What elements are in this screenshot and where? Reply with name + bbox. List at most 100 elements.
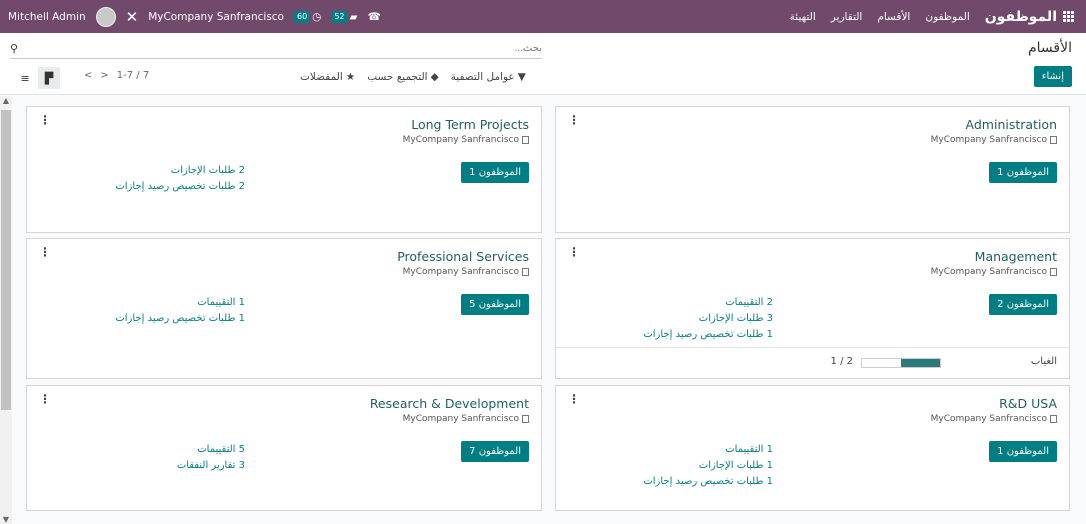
stat-link[interactable]: 2 التقييمات bbox=[643, 295, 773, 311]
debug-tools-icon[interactable]: ✕ bbox=[126, 8, 139, 26]
company-name: MyCompany Sanfrancisco bbox=[402, 414, 519, 424]
pager-value[interactable]: 1-7 / 7 bbox=[117, 70, 149, 81]
card-title[interactable]: Professional Services bbox=[397, 249, 529, 264]
search-options: ▼ عوامل التصفية ◆ التجميع حسب ★ المفضلات bbox=[300, 71, 526, 83]
employees-button[interactable]: 1 الموظفون bbox=[989, 441, 1057, 462]
pager: < > 1-7 / 7 bbox=[84, 70, 149, 81]
stat-link[interactable]: 1 طلبات الإجازات bbox=[643, 458, 773, 474]
menu-reports[interactable]: التقارير bbox=[831, 11, 863, 23]
card-stats: 2 طلبات الإجازات 2 طلبات تخصيص رصيد إجاز… bbox=[115, 163, 245, 195]
card-menu-icon[interactable]: ⋮ bbox=[39, 392, 51, 406]
employees-button[interactable]: 7 الموظفون bbox=[461, 441, 529, 462]
card-title[interactable]: Research & Development bbox=[370, 396, 529, 411]
company-switcher[interactable]: MyCompany Sanfrancisco bbox=[148, 11, 284, 23]
employees-button[interactable]: 5 الموظفون bbox=[461, 294, 529, 315]
menu-departments[interactable]: الأقسام bbox=[877, 11, 910, 23]
stat-link[interactable]: 1 طلبات تخصيص رصيد إجازات bbox=[643, 327, 773, 343]
department-card-long-term-projects[interactable]: ⋮ Long Term Projects MyCompany Sanfranci… bbox=[26, 106, 542, 233]
filters-dropdown[interactable]: ▼ عوامل التصفية bbox=[451, 71, 526, 83]
app-brand[interactable]: الموظفون bbox=[985, 9, 1074, 25]
absence-row: الغياب 1 / 2 bbox=[556, 347, 1069, 377]
absence-progress-bar bbox=[861, 358, 941, 368]
card-menu-icon[interactable]: ⋮ bbox=[568, 245, 580, 259]
department-card-professional-services[interactable]: ⋮ Professional Services MyCompany Sanfra… bbox=[26, 238, 542, 379]
building-icon bbox=[1050, 415, 1057, 423]
activities-indicator[interactable]: 60 ◷ bbox=[293, 10, 322, 23]
absence-progress-fill bbox=[901, 359, 940, 367]
scroll-up-icon[interactable]: ▲ bbox=[0, 96, 12, 105]
scroll-down-icon[interactable]: ▼ bbox=[0, 515, 12, 524]
create-button[interactable]: إنشاء bbox=[1033, 66, 1072, 87]
user-avatar[interactable] bbox=[95, 6, 116, 27]
stat-link[interactable]: 3 طلبات الإجازات bbox=[643, 311, 773, 327]
messages-count-badge: 52 bbox=[331, 10, 348, 23]
card-menu-icon[interactable]: ⋮ bbox=[568, 113, 580, 127]
star-icon: ★ bbox=[345, 71, 356, 83]
building-icon bbox=[522, 268, 529, 276]
messages-indicator[interactable]: 52 ▰ bbox=[331, 10, 358, 23]
favorites-dropdown[interactable]: ★ المفضلات bbox=[300, 71, 355, 83]
filter-icon: ▼ bbox=[517, 71, 526, 83]
phone-icon[interactable]: ☎ bbox=[368, 11, 381, 23]
card-company: MyCompany Sanfrancisco bbox=[931, 414, 1057, 424]
kanban-view-icon[interactable]: ▛ bbox=[38, 67, 60, 89]
stat-link[interactable]: 2 طلبات تخصيص رصيد إجازات bbox=[115, 179, 245, 195]
company-name: MyCompany Sanfrancisco bbox=[402, 267, 519, 277]
card-stats: 1 التقييمات 1 طلبات الإجازات 1 طلبات تخص… bbox=[643, 442, 773, 490]
department-card-rd-usa[interactable]: ⋮ R&D USA MyCompany Sanfrancisco 1 الموظ… bbox=[555, 385, 1070, 511]
apps-menu-icon[interactable] bbox=[1063, 11, 1074, 22]
app-title: الموظفون bbox=[984, 8, 1057, 25]
search-icon[interactable]: ⚲ bbox=[10, 42, 18, 55]
absence-label: الغياب bbox=[1030, 356, 1057, 367]
card-company: MyCompany Sanfrancisco bbox=[403, 135, 529, 145]
card-company: MyCompany Sanfrancisco bbox=[403, 267, 529, 277]
groupby-dropdown[interactable]: ◆ التجميع حسب bbox=[367, 71, 438, 83]
scrollbar-thumb[interactable] bbox=[1, 110, 11, 410]
department-card-administration[interactable]: ⋮ Administration MyCompany Sanfrancisco … bbox=[555, 106, 1070, 233]
stat-link[interactable]: 2 طلبات الإجازات bbox=[115, 163, 245, 179]
control-panel: ⚲ الأقسام إنشاء ▼عوامل التصفية ◆التجميع … bbox=[0, 33, 1086, 95]
pager-prev-icon[interactable]: < bbox=[84, 70, 92, 81]
card-title[interactable]: Management bbox=[975, 249, 1057, 264]
top-navbar: Mitchell Admin ✕ MyCompany Sanfrancisco … bbox=[0, 0, 1086, 33]
building-icon bbox=[1050, 268, 1057, 276]
stat-link[interactable]: 1 طلبات تخصيص رصيد إجازات bbox=[643, 474, 773, 490]
card-company: MyCompany Sanfrancisco bbox=[403, 414, 529, 424]
employees-button[interactable]: 1 الموظفون bbox=[989, 162, 1057, 183]
department-card-research-development[interactable]: ⋮ Research & Development MyCompany Sanfr… bbox=[26, 385, 542, 511]
building-icon bbox=[522, 136, 529, 144]
pager-next-icon[interactable]: > bbox=[100, 70, 108, 81]
card-menu-icon[interactable]: ⋮ bbox=[568, 392, 580, 406]
menu-configuration[interactable]: التهيئة bbox=[790, 11, 816, 23]
stat-link[interactable]: 5 التقييمات bbox=[177, 442, 245, 458]
clock-icon: ◷ bbox=[312, 10, 322, 23]
card-menu-icon[interactable]: ⋮ bbox=[39, 113, 51, 127]
building-icon bbox=[1050, 136, 1057, 144]
card-title[interactable]: R&D USA bbox=[999, 396, 1057, 411]
company-name: MyCompany Sanfrancisco bbox=[402, 135, 519, 145]
employees-button[interactable]: 2 الموظفون bbox=[989, 294, 1057, 315]
layers-icon: ◆ bbox=[430, 71, 439, 83]
search-bar: ⚲ bbox=[10, 39, 542, 59]
card-stats: 1 التقييمات 1 طلبات تخصيص رصيد إجازات bbox=[115, 295, 245, 327]
search-input[interactable] bbox=[18, 43, 542, 54]
card-title[interactable]: Administration bbox=[966, 117, 1057, 132]
department-card-management[interactable]: ⋮ Management MyCompany Sanfrancisco 2 ال… bbox=[555, 238, 1070, 379]
stat-link[interactable]: 1 طلبات تخصيص رصيد إجازات bbox=[115, 311, 245, 327]
vertical-scrollbar[interactable]: ▲ ▼ bbox=[0, 96, 12, 524]
card-stats: 5 التقييمات 3 تقارير النفقات bbox=[177, 442, 245, 474]
building-icon bbox=[522, 415, 529, 423]
stat-link[interactable]: 1 التقييمات bbox=[643, 442, 773, 458]
absence-fraction: 1 / 2 bbox=[830, 356, 853, 367]
stat-link[interactable]: 1 التقييمات bbox=[115, 295, 245, 311]
employees-button[interactable]: 1 الموظفون bbox=[461, 162, 529, 183]
stat-link[interactable]: 3 تقارير النفقات bbox=[177, 458, 245, 474]
menu-employees[interactable]: الموظفون bbox=[925, 11, 969, 23]
card-title[interactable]: Long Term Projects bbox=[411, 117, 529, 132]
card-menu-icon[interactable]: ⋮ bbox=[39, 245, 51, 259]
list-view-icon[interactable]: ≡ bbox=[14, 67, 36, 89]
card-company: MyCompany Sanfrancisco bbox=[931, 267, 1057, 277]
user-name[interactable]: Mitchell Admin bbox=[8, 11, 86, 23]
chat-icon: ▰ bbox=[349, 10, 358, 23]
card-stats: 2 التقييمات 3 طلبات الإجازات 1 طلبات تخص… bbox=[643, 295, 773, 343]
